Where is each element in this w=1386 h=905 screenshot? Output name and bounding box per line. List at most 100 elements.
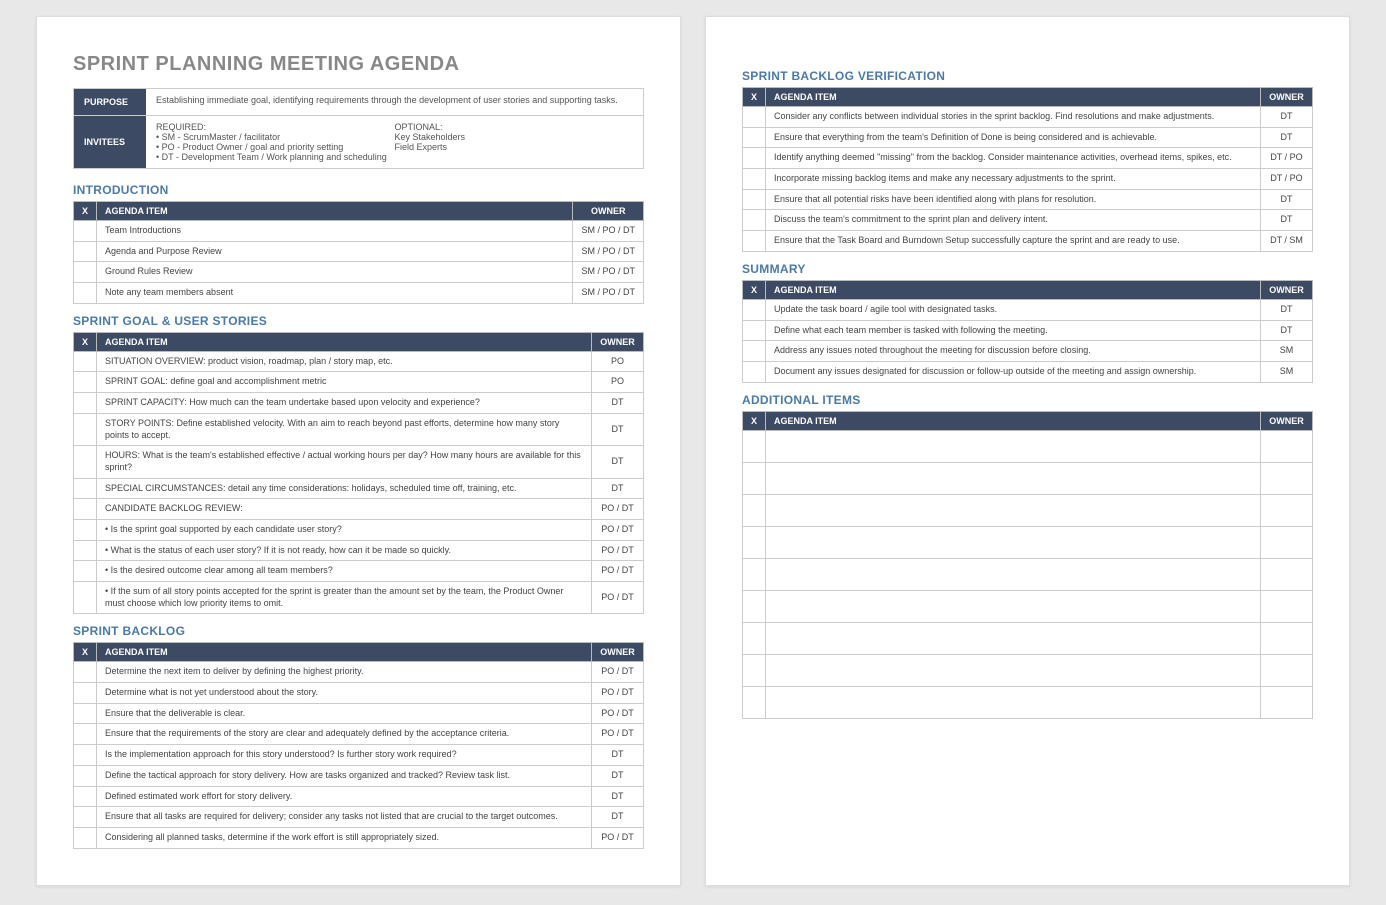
cell-x[interactable]	[74, 582, 97, 614]
cell-owner[interactable]	[1261, 462, 1313, 494]
cell-owner: SM / PO / DT	[573, 283, 644, 304]
table-row: Ensure that all tasks are required for d…	[74, 807, 644, 828]
col-item: AGENDA ITEM	[97, 332, 592, 351]
cell-owner[interactable]	[1261, 430, 1313, 462]
cell-x[interactable]	[743, 127, 766, 148]
invitees-content: REQUIRED: SM - ScrumMaster / facilitator…	[146, 116, 643, 168]
cell-x[interactable]	[74, 241, 97, 262]
table-row: Ensure that the deliverable is clear.PO …	[74, 703, 644, 724]
cell-x[interactable]	[743, 299, 766, 320]
cell-owner[interactable]	[1261, 622, 1313, 654]
cell-item[interactable]	[766, 430, 1261, 462]
cell-x[interactable]	[743, 686, 766, 718]
cell-x[interactable]	[743, 320, 766, 341]
cell-item: Team Introductions	[97, 221, 573, 242]
cell-x[interactable]	[74, 745, 97, 766]
table-row: Define what each team member is tasked w…	[743, 320, 1313, 341]
cell-x[interactable]	[74, 662, 97, 683]
table-row	[743, 590, 1313, 622]
cell-item[interactable]	[766, 526, 1261, 558]
cell-x[interactable]	[743, 494, 766, 526]
cell-x[interactable]	[743, 231, 766, 252]
cell-x[interactable]	[743, 210, 766, 231]
cell-x[interactable]	[74, 372, 97, 393]
col-item: AGENDA ITEM	[97, 643, 592, 662]
table-row: Ensure that everything from the team's D…	[743, 127, 1313, 148]
cell-item: Defined estimated work effort for story …	[97, 786, 592, 807]
table-row: Discuss the team's commitment to the spr…	[743, 210, 1313, 231]
cell-x[interactable]	[74, 807, 97, 828]
cell-owner: PO	[592, 351, 644, 372]
cell-item[interactable]	[766, 654, 1261, 686]
cell-x[interactable]	[743, 526, 766, 558]
cell-owner[interactable]	[1261, 558, 1313, 590]
cell-item: Identify anything deemed "missing" from …	[766, 148, 1261, 169]
cell-x[interactable]	[743, 361, 766, 382]
cell-x[interactable]	[74, 827, 97, 848]
cell-x[interactable]	[743, 148, 766, 169]
cell-x[interactable]	[74, 765, 97, 786]
cell-x[interactable]	[74, 351, 97, 372]
cell-x[interactable]	[74, 540, 97, 561]
cell-x[interactable]	[74, 413, 97, 445]
cell-x[interactable]	[74, 221, 97, 242]
cell-x[interactable]	[74, 499, 97, 520]
cell-x[interactable]	[743, 341, 766, 362]
cell-item: • Is the desired outcome clear among all…	[97, 561, 592, 582]
cell-x[interactable]	[743, 169, 766, 190]
cell-x[interactable]	[743, 622, 766, 654]
cell-x[interactable]	[743, 189, 766, 210]
table-row: Considering all planned tasks, determine…	[74, 827, 644, 848]
cell-item[interactable]	[766, 494, 1261, 526]
table-row: • What is the status of each user story?…	[74, 540, 644, 561]
cell-x[interactable]	[74, 478, 97, 499]
cell-owner[interactable]	[1261, 590, 1313, 622]
cell-item: Document any issues designated for discu…	[766, 361, 1261, 382]
cell-x[interactable]	[74, 724, 97, 745]
cell-item[interactable]	[766, 590, 1261, 622]
cell-owner[interactable]	[1261, 686, 1313, 718]
section-verification: SPRINT BACKLOG VERIFICATION	[742, 69, 1313, 83]
cell-x[interactable]	[74, 283, 97, 304]
cell-item[interactable]	[766, 558, 1261, 590]
cell-x[interactable]	[74, 703, 97, 724]
cell-item: Ground Rules Review	[97, 262, 573, 283]
cell-x[interactable]	[74, 786, 97, 807]
col-owner: OWNER	[592, 332, 644, 351]
table-row	[743, 622, 1313, 654]
cell-x[interactable]	[74, 519, 97, 540]
cell-item: Ensure that the Task Board and Burndown …	[766, 231, 1261, 252]
table-row: Determine the next item to deliver by de…	[74, 662, 644, 683]
cell-x[interactable]	[743, 462, 766, 494]
cell-item: Discuss the team's commitment to the spr…	[766, 210, 1261, 231]
cell-x[interactable]	[743, 654, 766, 686]
cell-x[interactable]	[74, 262, 97, 283]
cell-x[interactable]	[74, 393, 97, 414]
list-item: Field Experts	[395, 142, 634, 152]
cell-x[interactable]	[74, 561, 97, 582]
cell-x[interactable]	[743, 107, 766, 128]
cell-x[interactable]	[743, 430, 766, 462]
cell-item[interactable]	[766, 686, 1261, 718]
cell-item: Define what each team member is tasked w…	[766, 320, 1261, 341]
cell-owner[interactable]	[1261, 494, 1313, 526]
col-owner: OWNER	[1261, 88, 1313, 107]
cell-item: SPRINT GOAL: define goal and accomplishm…	[97, 372, 592, 393]
cell-item: Ensure that all tasks are required for d…	[97, 807, 592, 828]
table-row	[743, 494, 1313, 526]
cell-owner[interactable]	[1261, 654, 1313, 686]
table-row: STORY POINTS: Define established velocit…	[74, 413, 644, 445]
cell-item[interactable]	[766, 622, 1261, 654]
cell-x[interactable]	[74, 683, 97, 704]
section-summary: SUMMARY	[742, 262, 1313, 276]
cell-x[interactable]	[743, 558, 766, 590]
cell-owner: SM	[1261, 341, 1313, 362]
cell-x[interactable]	[743, 590, 766, 622]
cell-item: Ensure that the requirements of the stor…	[97, 724, 592, 745]
cell-item: SPECIAL CIRCUMSTANCES: detail any time c…	[97, 478, 592, 499]
cell-owner[interactable]	[1261, 526, 1313, 558]
cell-item[interactable]	[766, 462, 1261, 494]
list-item: Key Stakeholders	[395, 132, 634, 142]
cell-x[interactable]	[74, 446, 97, 478]
table-row: Determine what is not yet understood abo…	[74, 683, 644, 704]
